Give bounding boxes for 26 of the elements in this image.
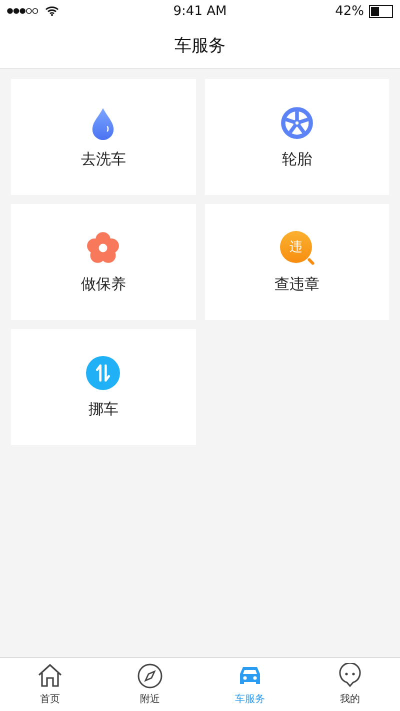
service-label: 去洗车 (80, 150, 126, 168)
service-card[interactable]: 去洗车 (11, 79, 196, 195)
service-label: 轮胎 (282, 150, 312, 168)
wheel-icon (280, 106, 314, 140)
battery-percent: 42% (335, 4, 364, 18)
service-label: 查违章 (274, 274, 320, 294)
wifi-icon (45, 6, 59, 16)
flower-icon (86, 230, 120, 264)
tab-item[interactable]: 附近 (100, 658, 200, 711)
service-label: 挪车 (88, 400, 118, 418)
service-card[interactable]: 轮胎 (204, 79, 389, 195)
face-icon (337, 663, 363, 689)
service-card[interactable]: 违 查违章 (204, 204, 389, 320)
service-card[interactable]: 挪车 (11, 329, 196, 445)
tab-item[interactable]: 首页 (0, 658, 100, 711)
violation-search-icon: 违 (280, 230, 314, 264)
swap-arrows-icon (86, 356, 120, 390)
service-label: 做保养 (80, 274, 126, 294)
tab-item[interactable]: 我的 (300, 658, 400, 711)
status-time: 9:41 AM (173, 4, 227, 18)
service-card[interactable]: 做保养 (11, 204, 196, 320)
signal-icon (7, 8, 39, 14)
home-icon (37, 663, 63, 689)
page-title: 车服务 (174, 34, 226, 56)
compass-icon (137, 663, 163, 689)
battery-icon (369, 4, 393, 18)
